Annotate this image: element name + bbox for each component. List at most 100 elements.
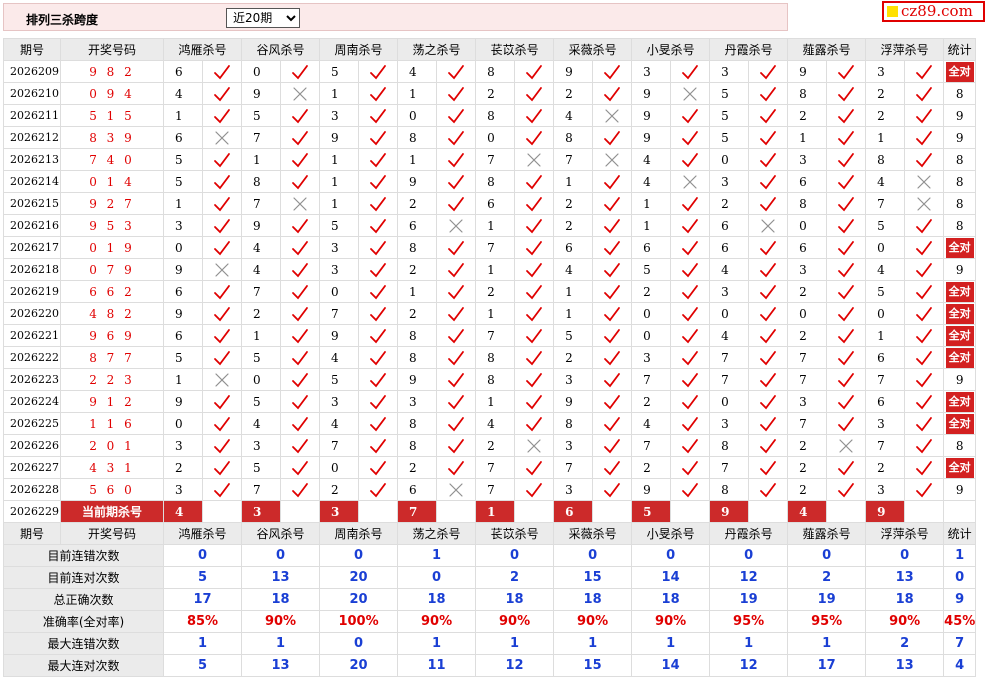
issue-number: 2026219 — [3, 280, 61, 303]
issue-number: 2026214 — [3, 170, 61, 193]
cross-mark-icon — [917, 196, 931, 211]
hit-mark — [436, 104, 477, 127]
check-mark-icon — [214, 108, 230, 123]
check-mark-icon — [292, 64, 308, 79]
check-mark-icon — [682, 394, 698, 409]
kill-value: 3 — [865, 478, 906, 501]
row-statistic: 9 — [943, 478, 977, 501]
column-header: 丹霞杀号 — [709, 522, 789, 545]
check-mark-icon — [370, 108, 386, 123]
issue-number: 2026217 — [3, 236, 61, 259]
kill-value: 3 — [709, 60, 750, 83]
kill-value: 5 — [241, 104, 282, 127]
check-mark-icon — [838, 218, 855, 233]
miss-mark — [904, 192, 945, 215]
hit-mark — [592, 214, 633, 237]
check-mark-icon — [214, 306, 230, 321]
check-mark-icon — [526, 284, 542, 299]
check-mark-icon — [214, 438, 230, 453]
kill-value: 0 — [163, 412, 203, 435]
hit-mark — [280, 214, 321, 237]
hit-mark — [514, 412, 555, 435]
kill-value: 5 — [163, 170, 203, 193]
check-mark-icon — [916, 482, 933, 497]
kill-value: 3 — [163, 434, 203, 457]
footer-header-row: 期号 开奖号码 鸿雁杀号 谷风杀号 周南杀号 荡之杀号 苌苡杀号 采薇杀号 小旻杀号 丹霞杀号 薤露… — [3, 522, 977, 545]
kill-value: 8 — [787, 82, 828, 105]
check-mark-icon — [448, 240, 464, 255]
hit-mark — [592, 192, 633, 215]
kill-value: 6 — [475, 192, 516, 215]
hit-mark — [358, 434, 399, 457]
hit-mark — [514, 280, 555, 303]
kill-value: 6 — [397, 214, 438, 237]
hit-mark — [592, 324, 633, 347]
stat-value: 18 — [865, 588, 945, 611]
draw-number: 2 0 1 — [60, 434, 164, 457]
kill-value: 9 — [163, 390, 203, 413]
hit-mark — [670, 236, 711, 259]
issue-number: 2026226 — [3, 434, 61, 457]
check-mark-icon — [214, 86, 230, 101]
check-mark-icon — [526, 482, 542, 497]
hit-mark — [358, 478, 399, 501]
check-mark-icon — [604, 394, 620, 409]
check-mark-icon — [916, 394, 933, 409]
hit-mark — [436, 170, 477, 193]
kill-value: 7 — [553, 148, 594, 171]
kill-value: 5 — [163, 148, 203, 171]
kill-value: 5 — [709, 126, 750, 149]
stat-value: 2 — [865, 632, 945, 655]
hit-mark — [436, 324, 477, 347]
check-mark-icon — [682, 482, 698, 497]
kill-value: 1 — [319, 170, 360, 193]
hit-mark — [436, 390, 477, 413]
kill-value: 2 — [787, 478, 828, 501]
stat-value: 1 — [162, 632, 243, 655]
kill-value: 0 — [865, 302, 906, 325]
hit-mark — [904, 214, 945, 237]
issue-number: 2026211 — [3, 104, 61, 127]
column-header: 统计 — [943, 38, 977, 61]
kill-value: 5 — [319, 60, 360, 83]
stat-value: 2 — [787, 566, 867, 589]
kill-value: 0 — [319, 280, 360, 303]
hit-mark — [826, 302, 867, 325]
check-mark-icon — [760, 372, 777, 387]
hit-mark — [826, 368, 867, 391]
kill-value: 2 — [787, 324, 828, 347]
kill-value: 1 — [397, 148, 438, 171]
empty-cell — [514, 500, 555, 523]
period-select[interactable]: 近20期 — [226, 8, 300, 28]
kill-value: 3 — [319, 236, 360, 259]
kill-value: 3 — [319, 104, 360, 127]
kill-value: 4 — [397, 60, 438, 83]
column-header: 谷风杀号 — [241, 522, 321, 545]
stat-value: 1 — [475, 632, 555, 655]
stat-row: 目前连错次数 0 0 0 1 0 0 0 0 0 0 1 — [3, 544, 977, 567]
current-kill-value: 6 — [553, 500, 594, 523]
miss-mark — [748, 214, 789, 237]
hit-mark — [514, 82, 555, 105]
stat-value: 18 — [397, 588, 477, 611]
column-header: 采薇杀号 — [553, 522, 633, 545]
check-mark-icon — [604, 460, 620, 475]
hit-mark — [201, 104, 243, 127]
check-mark-icon — [526, 240, 542, 255]
check-mark-icon — [526, 196, 542, 211]
kill-value: 8 — [787, 192, 828, 215]
site-logo[interactable]: cz89.com — [882, 1, 985, 22]
check-mark-icon — [214, 196, 230, 211]
check-mark-icon — [526, 130, 542, 145]
hit-mark — [358, 346, 399, 369]
draw-number: 5 6 0 — [60, 478, 164, 501]
check-mark-icon — [292, 416, 308, 431]
issue-number: 2026227 — [3, 456, 61, 479]
hit-mark — [436, 60, 477, 83]
check-mark-icon — [916, 86, 933, 101]
kill-value: 3 — [631, 346, 672, 369]
hit-mark — [514, 258, 555, 281]
hit-mark — [904, 390, 945, 413]
kill-value: 5 — [319, 368, 360, 391]
kill-value: 1 — [319, 82, 360, 105]
